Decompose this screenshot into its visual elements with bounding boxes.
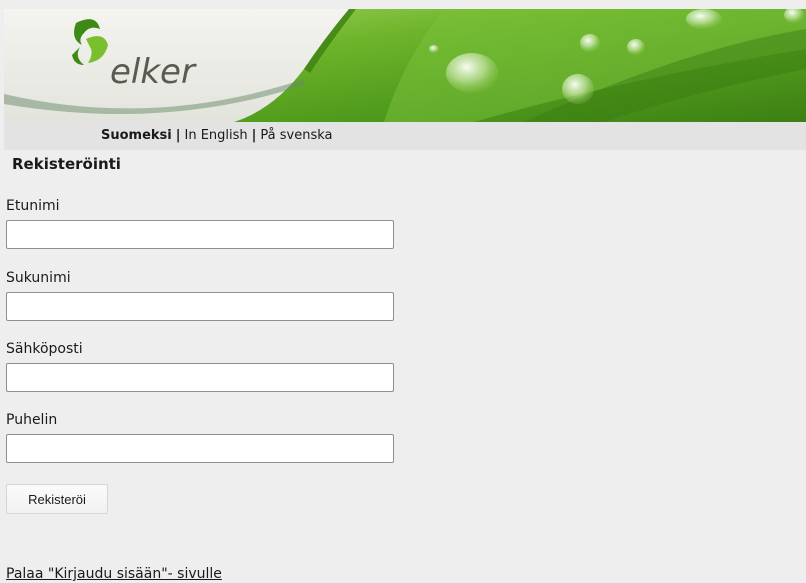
- last-name-input[interactable]: [6, 292, 394, 321]
- page-title: Rekisteröinti: [12, 155, 121, 173]
- phone-label: Puhelin: [6, 412, 58, 428]
- last-name-label: Sukunimi: [6, 270, 71, 286]
- language-link-english[interactable]: In English: [185, 128, 248, 143]
- header-banner: elker: [4, 9, 806, 122]
- first-name-label: Etunimi: [6, 198, 60, 214]
- language-separator: |: [175, 128, 181, 143]
- first-name-input[interactable]: [6, 220, 394, 249]
- email-label: Sähköposti: [6, 341, 83, 357]
- registration-page: elker Suomeksi | In English | På svenska Rek…: [0, 0, 806, 583]
- language-link-svenska[interactable]: På svenska: [260, 128, 332, 143]
- language-link-suomeksi[interactable]: Suomeksi: [101, 128, 172, 143]
- phone-input[interactable]: [6, 434, 394, 463]
- back-to-login-link[interactable]: Palaa "Kirjaudu sisään"- sivulle: [6, 566, 222, 582]
- language-separator: |: [251, 128, 257, 143]
- register-button[interactable]: Rekisteröi: [6, 484, 108, 514]
- logo-wordmark: elker: [110, 52, 197, 92]
- leaf-banner-image: elker: [4, 9, 806, 122]
- language-bar: Suomeksi | In English | På svenska: [4, 122, 806, 150]
- email-input[interactable]: [6, 363, 394, 392]
